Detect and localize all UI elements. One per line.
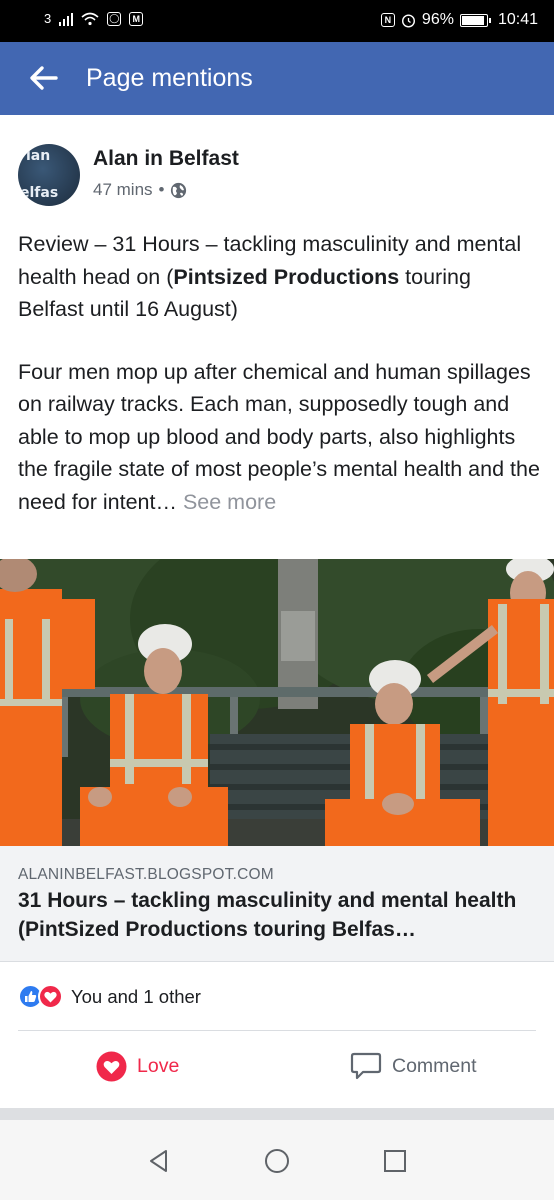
love-label: Love xyxy=(137,1054,180,1077)
comment-button[interactable]: Comment xyxy=(350,1048,477,1084)
system-navigation-bar xyxy=(0,1120,554,1200)
love-icon xyxy=(38,984,63,1009)
post-paragraph-2: Four men mop up after chemical and human… xyxy=(18,356,540,519)
comment-icon xyxy=(350,1052,382,1080)
avatar-text-top: lan xyxy=(26,148,51,164)
home-circle-icon[interactable] xyxy=(264,1148,290,1174)
love-action-icon xyxy=(96,1051,127,1081)
signal-icon xyxy=(59,12,74,26)
link-title: 31 Hours – tackling masculinity and ment… xyxy=(18,889,517,941)
post-header: lan elfas Alan in Belfast 47 mins • xyxy=(18,144,538,208)
recents-square-icon[interactable] xyxy=(382,1148,408,1174)
link-preview[interactable]: ALANINBELFAST.BLOGSPOT.COM 31 Hours – ta… xyxy=(0,846,554,962)
post-text-para2: Four men mop up after chemical and human… xyxy=(18,359,540,514)
meta-separator: • xyxy=(158,180,165,199)
reactions-summary[interactable]: You and 1 other xyxy=(18,984,201,1009)
carrier-label: 3 xyxy=(44,11,52,26)
comment-label: Comment xyxy=(392,1054,477,1077)
post-body: Review – 31 Hours – tackling masculinity… xyxy=(18,228,540,518)
reactions-text: You and 1 other xyxy=(71,985,201,1007)
status-bar: 3 ◯ M N 96% 10:41 xyxy=(0,0,554,42)
post-author[interactable]: Alan in Belfast xyxy=(93,147,239,171)
alarm-icon xyxy=(401,13,415,28)
battery-percent: 96% xyxy=(421,11,454,28)
battery-icon xyxy=(459,13,491,27)
mail-icon: M xyxy=(129,11,144,26)
love-button[interactable]: Love xyxy=(96,1048,179,1084)
nfc-icon: N xyxy=(380,13,395,27)
link-domain: ALANINBELFAST.BLOGSPOT.COM xyxy=(18,866,274,883)
battery-fill xyxy=(461,15,484,25)
app-header: Page mentions xyxy=(0,42,554,115)
back-triangle-icon[interactable] xyxy=(146,1148,172,1174)
wifi-icon xyxy=(81,12,99,25)
link-preview-image[interactable] xyxy=(0,559,554,846)
page-title: Page mentions xyxy=(86,64,253,92)
globe-icon xyxy=(171,182,187,198)
clock: 10:41 xyxy=(497,11,538,28)
back-arrow-icon[interactable] xyxy=(28,64,58,92)
feed-separator xyxy=(0,1108,554,1120)
avatar[interactable]: lan elfas xyxy=(18,144,80,206)
post-mention[interactable]: Pintsized Productions xyxy=(173,265,399,289)
avatar-text-bottom: elfas xyxy=(20,185,59,201)
instagram-icon: ◯ xyxy=(107,11,122,26)
post-time[interactable]: 47 mins xyxy=(93,180,153,200)
post-paragraph-1: Review – 31 Hours – tackling masculinity… xyxy=(18,228,540,326)
divider xyxy=(18,1030,536,1031)
see-more-link[interactable]: See more xyxy=(183,490,276,514)
post-meta: 47 mins • xyxy=(93,180,187,200)
